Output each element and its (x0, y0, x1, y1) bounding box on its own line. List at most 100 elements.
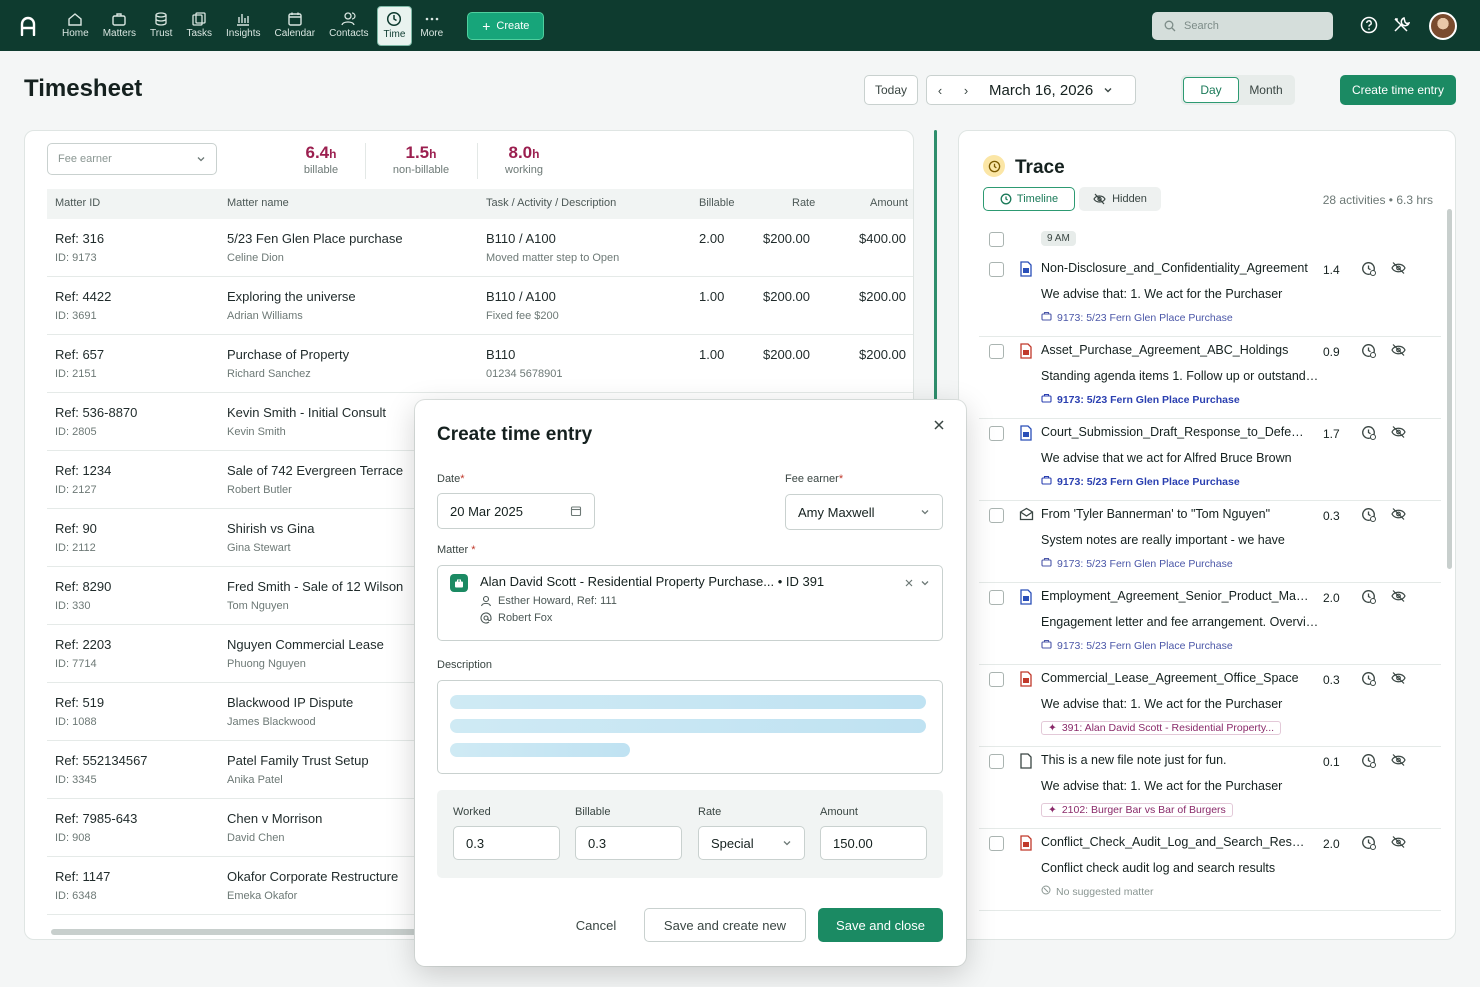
date-field[interactable]: 20 Mar 2025 (437, 493, 595, 529)
nav-calendar[interactable]: Calendar (268, 6, 321, 46)
activity-checkbox[interactable] (989, 344, 1004, 359)
help-icon[interactable] (1360, 16, 1378, 34)
activity-matter-tag[interactable]: 9173: 5/23 Fern Glen Place Purchase (1041, 639, 1233, 652)
activity-item[interactable]: Court_Submission_Draft_Response_to_Defen… (979, 419, 1441, 501)
hide-icon[interactable] (1391, 261, 1406, 280)
hide-icon[interactable] (1391, 753, 1406, 772)
add-time-icon[interactable] (1361, 343, 1376, 363)
tab-timeline[interactable]: Timeline (983, 187, 1075, 211)
table-row[interactable]: Ref: 657 ID: 2151 Purchase of Property Rich… (47, 335, 913, 393)
vertical-scrollbar[interactable] (1447, 209, 1452, 569)
activity-matter-tag[interactable]: 9173: 5/23 Fern Glen Place Purchase (1041, 475, 1240, 488)
view-month-button[interactable]: Month (1239, 77, 1293, 103)
save-and-close-button[interactable]: Save and close (818, 908, 943, 942)
activity-matter-tag[interactable]: 9173: 5/23 Fern Glen Place Purchase (1041, 393, 1240, 406)
activity-checkbox[interactable] (989, 262, 1004, 277)
matter-select[interactable]: Alan David Scott - Residential Property … (437, 565, 943, 641)
activity-item[interactable]: Commercial_Lease_Agreement_Office_Space 0… (979, 665, 1441, 747)
activity-checkbox[interactable] (989, 672, 1004, 687)
rate-select[interactable]: Special (698, 826, 805, 860)
add-time-icon[interactable] (1361, 507, 1376, 527)
activity-checkbox[interactable] (989, 590, 1004, 605)
today-button[interactable]: Today (864, 75, 918, 105)
nav-home[interactable]: Home (56, 6, 95, 46)
close-icon[interactable] (933, 419, 945, 431)
table-row[interactable]: Ref: 4422 ID: 3691 Exploring the universe A… (47, 277, 913, 335)
clear-icon[interactable] (904, 578, 914, 588)
user-avatar[interactable] (1429, 12, 1457, 40)
app-logo[interactable] (0, 16, 56, 36)
worked-input[interactable]: 0.3 (453, 826, 560, 860)
nav-time[interactable]: Time (376, 5, 413, 46)
activity-item[interactable]: From 'Tyler Bannerman' to "Tom Nguyen" 0.… (979, 501, 1441, 583)
nav-tasks[interactable]: Tasks (180, 6, 218, 46)
briefcase-icon (1041, 639, 1052, 652)
billable-input[interactable]: 0.3 (575, 826, 682, 860)
add-time-icon[interactable] (1361, 671, 1376, 691)
nav-insights[interactable]: Insights (220, 6, 266, 46)
hide-icon[interactable] (1391, 343, 1406, 362)
amount-input[interactable]: 150.00 (820, 826, 927, 860)
hide-icon[interactable] (1391, 835, 1406, 854)
fee-earner-select[interactable]: Fee earner (47, 143, 217, 175)
add-time-icon[interactable] (1361, 835, 1376, 855)
add-time-icon[interactable] (1361, 425, 1376, 445)
hide-icon[interactable] (1391, 425, 1406, 444)
tools-icon[interactable] (1392, 16, 1410, 34)
current-date-label[interactable]: March 16, 2026 (989, 82, 1093, 99)
date-navigator: ‹ › March 16, 2026 (926, 75, 1136, 105)
briefcase-icon (1041, 393, 1052, 406)
matter-name: Sale of 742 Evergreen Terrace (227, 463, 404, 478)
activity-item[interactable]: Conflict_Check_Audit_Log_and_Search_Resu… (979, 829, 1441, 911)
nav-contacts[interactable]: Contacts (323, 6, 374, 46)
add-time-icon[interactable] (1361, 753, 1376, 773)
save-and-create-new-button[interactable]: Save and create new (644, 908, 806, 942)
search-input[interactable]: Search (1152, 12, 1333, 40)
nonbillable-value: 1.5 (405, 143, 430, 162)
activity-matter-tag[interactable]: No suggested matter (1041, 885, 1153, 898)
activity-checkbox[interactable] (989, 426, 1004, 441)
next-day-button[interactable]: › (953, 83, 979, 98)
more-icon (425, 17, 439, 21)
cancel-button[interactable]: Cancel (565, 908, 627, 942)
previous-day-button[interactable]: ‹ (927, 83, 953, 98)
description-textarea[interactable] (437, 680, 943, 774)
add-time-icon[interactable] (1361, 261, 1376, 281)
hide-icon[interactable] (1391, 589, 1406, 608)
horizontal-scrollbar[interactable] (51, 929, 431, 935)
col-matter-id[interactable]: Matter ID (55, 197, 100, 209)
activity-matter-tag[interactable]: ✦ 2102: Burger Bar vs Bar of Burgers (1041, 803, 1233, 817)
col-billable[interactable]: Billable (699, 197, 734, 209)
activity-item[interactable]: Employment_Agreement_Senior_Product_Mana… (979, 583, 1441, 665)
nav-trust[interactable]: Trust (144, 6, 178, 46)
create-time-entry-button[interactable]: Create time entry (1340, 75, 1456, 105)
panel-resize-handle[interactable] (934, 130, 937, 400)
chevron-down-icon[interactable] (1103, 85, 1113, 95)
activity-item[interactable]: This is a new file note just for fun. 0.1… (979, 747, 1441, 829)
nav-more[interactable]: More (414, 6, 449, 46)
col-task[interactable]: Task / Activity / Description (486, 197, 616, 209)
view-day-button[interactable]: Day (1183, 77, 1239, 103)
col-rate[interactable]: Rate (792, 197, 815, 209)
activity-item[interactable]: Non-Disclosure_and_Confidentiality_Agree… (979, 255, 1441, 337)
activity-checkbox[interactable] (989, 508, 1004, 523)
create-button[interactable]: + Create (467, 11, 545, 40)
col-amount[interactable]: Amount (870, 197, 908, 209)
select-all-checkbox[interactable] (989, 232, 1004, 247)
activity-matter-tag[interactable]: 9173: 5/23 Fern Glen Place Purchase (1041, 557, 1233, 570)
activity-checkbox[interactable] (989, 836, 1004, 851)
activity-checkbox[interactable] (989, 754, 1004, 769)
hide-icon[interactable] (1391, 671, 1406, 690)
add-time-icon[interactable] (1361, 589, 1376, 609)
activity-item[interactable]: Asset_Purchase_Agreement_ABC_Holdings 0.9… (979, 337, 1441, 419)
col-matter-name[interactable]: Matter name (227, 197, 289, 209)
chevron-down-icon[interactable] (920, 578, 930, 588)
contacts-icon (341, 12, 356, 26)
activity-matter-tag[interactable]: ✦ 391: Alan David Scott - Residential Pro… (1041, 721, 1282, 735)
tab-hidden[interactable]: Hidden (1079, 187, 1161, 211)
activity-matter-tag[interactable]: 9173: 5/23 Fern Glen Place Purchase (1041, 311, 1233, 324)
hide-icon[interactable] (1391, 507, 1406, 526)
table-row[interactable]: Ref: 316 ID: 9173 5/23 Fen Glen Place purc… (47, 219, 913, 277)
nav-matters[interactable]: Matters (97, 6, 142, 46)
fee-earner-select[interactable]: Amy Maxwell (785, 494, 943, 530)
